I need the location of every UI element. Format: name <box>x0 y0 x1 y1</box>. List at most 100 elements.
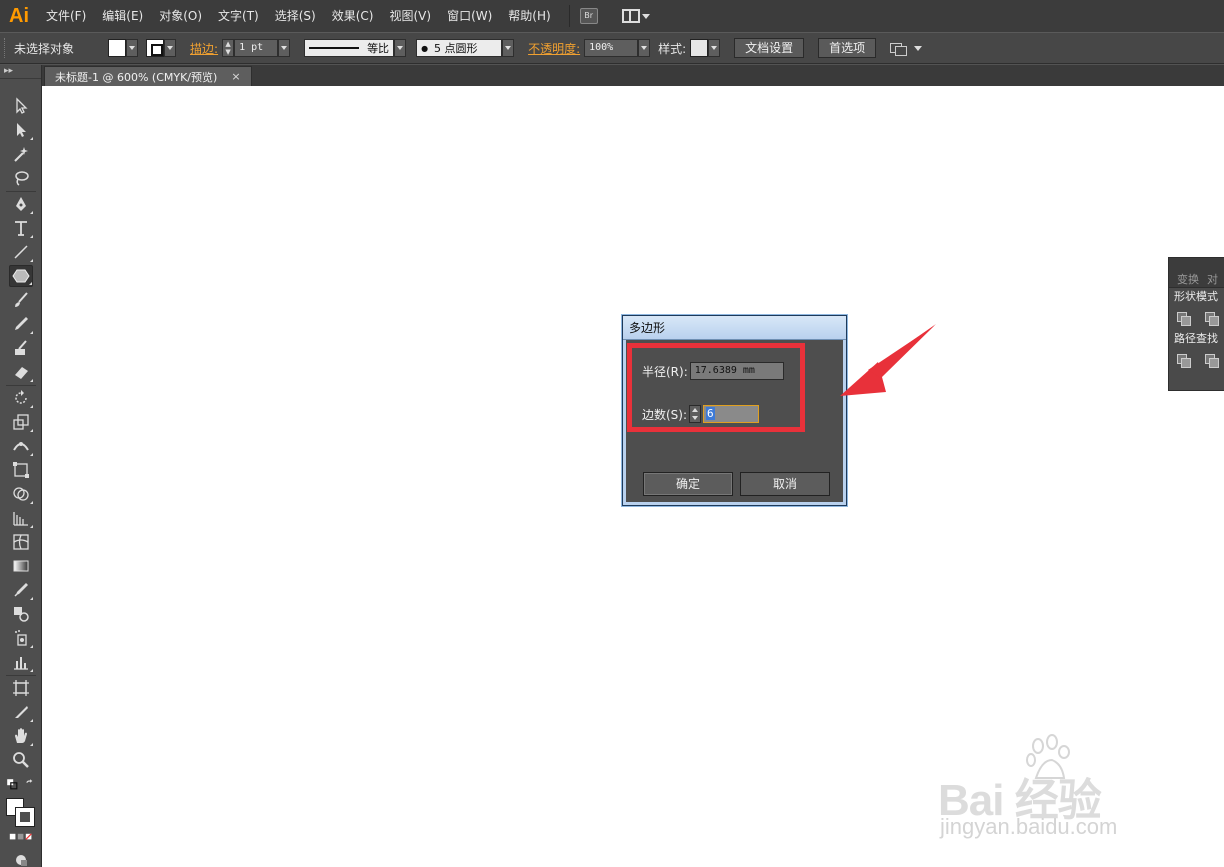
baidu-watermark: Bai 经验 jingyan.baidu.com <box>938 734 1168 844</box>
profile-label: 等比 <box>367 42 390 55</box>
blend-tool-icon[interactable] <box>9 603 33 625</box>
panel-grip[interactable] <box>4 38 8 58</box>
menu-edit[interactable]: 编辑(E) <box>94 0 151 32</box>
shape-mode-buttons <box>1169 306 1224 330</box>
style-label: 样式: <box>658 41 687 56</box>
chevron-down-icon <box>126 39 139 57</box>
pencil-tool-icon[interactable] <box>9 313 33 335</box>
ok-button[interactable]: 确定 <box>643 472 733 496</box>
zoom-tool-icon[interactable] <box>9 749 33 771</box>
selection-status: 未选择对象 <box>14 41 75 56</box>
document-tab[interactable]: 未标题-1 @ 600% (CMYK/预览) × <box>44 66 252 86</box>
divide-icon[interactable] <box>1177 354 1191 368</box>
annotation-highlight-box <box>627 343 805 432</box>
menu-effect[interactable]: 效果(C) <box>324 0 382 32</box>
unite-icon[interactable] <box>1177 312 1191 326</box>
stroke-swatch <box>146 39 165 57</box>
pen-tool-icon[interactable] <box>9 193 33 215</box>
pathfinder-panel: 变换 对 形状模式 路径查找 <box>1168 257 1224 391</box>
gradient-tool-icon[interactable] <box>9 555 33 577</box>
drawing-modes-icon[interactable] <box>9 849 33 867</box>
workspace-switcher[interactable] <box>621 9 650 23</box>
tab-align[interactable]: 对 <box>1203 271 1222 287</box>
control-bar: 未选择对象 描边: ▲ ▼ 1 pt 等比 ● 5 点圆形 不透明度: 100% … <box>0 32 1224 64</box>
stroke-weight-stepper[interactable]: ▲ ▼ <box>222 39 235 57</box>
stroke-color-box[interactable] <box>15 807 35 827</box>
menu-view[interactable]: 视图(V) <box>381 0 439 32</box>
magic-wand-tool-icon[interactable] <box>9 143 33 165</box>
menu-window[interactable]: 窗口(W) <box>439 0 500 32</box>
eraser-tool-icon[interactable] <box>9 361 33 383</box>
column-graph-tool-icon[interactable] <box>9 651 33 673</box>
shape-builder-tool-icon[interactable] <box>9 483 33 505</box>
chevron-down-icon[interactable] <box>914 45 923 51</box>
menu-select[interactable]: 选择(S) <box>267 0 324 32</box>
stroke-panel-link[interactable]: 描边: <box>190 40 218 57</box>
brush-dropdown[interactable] <box>502 39 515 57</box>
graphic-style-dropdown[interactable] <box>690 39 721 57</box>
shape-modes-label: 形状模式 <box>1174 290 1218 303</box>
menu-type[interactable]: 文字(T) <box>210 0 267 32</box>
preferences-button[interactable]: 首选项 <box>818 38 877 58</box>
chevron-down-icon <box>394 39 407 57</box>
eyedropper-tool-icon[interactable] <box>9 579 33 601</box>
menu-file[interactable]: 文件(F) <box>38 0 94 32</box>
fill-swatch <box>108 39 127 57</box>
tab-transform[interactable]: 变换 <box>1173 271 1203 287</box>
tools-panel: ▸▸ <box>0 65 42 867</box>
opacity-dropdown[interactable] <box>638 39 651 57</box>
line-segment-tool-icon[interactable] <box>9 241 33 263</box>
stroke-weight-dropdown[interactable] <box>278 39 291 57</box>
close-icon[interactable]: × <box>231 70 240 83</box>
chevron-down-icon <box>708 39 721 57</box>
rotate-tool-icon[interactable] <box>9 387 33 409</box>
opacity-panel-link[interactable]: 不透明度: <box>528 40 580 57</box>
chevron-down-icon <box>641 13 650 19</box>
fill-stroke-widget[interactable] <box>6 798 36 828</box>
trim-icon[interactable] <box>1205 354 1219 368</box>
arrange-documents-icon[interactable] <box>890 41 908 56</box>
free-transform-tool-icon[interactable] <box>9 459 33 481</box>
bridge-button[interactable]: Br <box>579 8 598 24</box>
polygon-tool-icon[interactable] <box>9 265 33 287</box>
menu-object[interactable]: 对象(O) <box>151 0 210 32</box>
document-tab-title: 未标题-1 @ 600% (CMYK/预览) <box>55 70 218 84</box>
width-tool-icon[interactable] <box>9 435 33 457</box>
stroke-weight-field[interactable]: 1 pt <box>234 39 279 57</box>
blob-brush-tool-icon[interactable] <box>9 337 33 359</box>
type-tool-icon[interactable] <box>9 217 33 239</box>
variable-width-profile[interactable]: 等比 <box>304 39 407 57</box>
artboard-tool-icon[interactable] <box>9 677 33 699</box>
profile-field: 等比 <box>304 39 395 57</box>
lasso-tool-icon[interactable] <box>9 167 33 189</box>
scale-tool-icon[interactable] <box>9 411 33 433</box>
paintbrush-tool-icon[interactable] <box>9 289 33 311</box>
menu-divider <box>568 5 570 27</box>
document-tab-bar: 未标题-1 @ 600% (CMYK/预览) × <box>42 65 1224 86</box>
tools-panel-header[interactable]: ▸▸ <box>0 65 41 79</box>
selection-tool-icon[interactable] <box>9 95 33 117</box>
mesh-tool-icon[interactable] <box>9 531 33 553</box>
brush-definition-field[interactable]: ● 5 点圆形 <box>416 39 503 57</box>
cancel-button[interactable]: 取消 <box>740 472 830 496</box>
direct-selection-tool-icon[interactable] <box>9 119 33 141</box>
hand-tool-icon[interactable] <box>9 725 33 747</box>
slice-tool-icon[interactable] <box>9 701 33 723</box>
stroke-color-dropdown[interactable] <box>146 39 177 57</box>
app-logo: Ai <box>9 4 29 27</box>
perspective-grid-tool-icon[interactable] <box>9 507 33 529</box>
style-swatch <box>690 39 709 57</box>
swap-fill-stroke-icon[interactable] <box>24 773 36 795</box>
fill-color-dropdown[interactable] <box>108 39 139 57</box>
opacity-field[interactable]: 100% <box>584 39 639 57</box>
watermark-url: jingyan.baidu.com <box>940 814 1118 839</box>
menu-help[interactable]: 帮助(H) <box>500 0 558 32</box>
default-fill-stroke-icon[interactable] <box>6 773 18 795</box>
minus-front-icon[interactable] <box>1205 312 1219 326</box>
symbol-sprayer-tool-icon[interactable] <box>9 627 33 649</box>
color-mode-icons[interactable] <box>9 831 33 843</box>
pathfinders-label: 路径查找 <box>1174 332 1218 345</box>
document-setup-button[interactable]: 文档设置 <box>734 38 805 58</box>
workspace-icon <box>621 9 640 23</box>
brush-dot-icon: ● <box>421 43 429 53</box>
